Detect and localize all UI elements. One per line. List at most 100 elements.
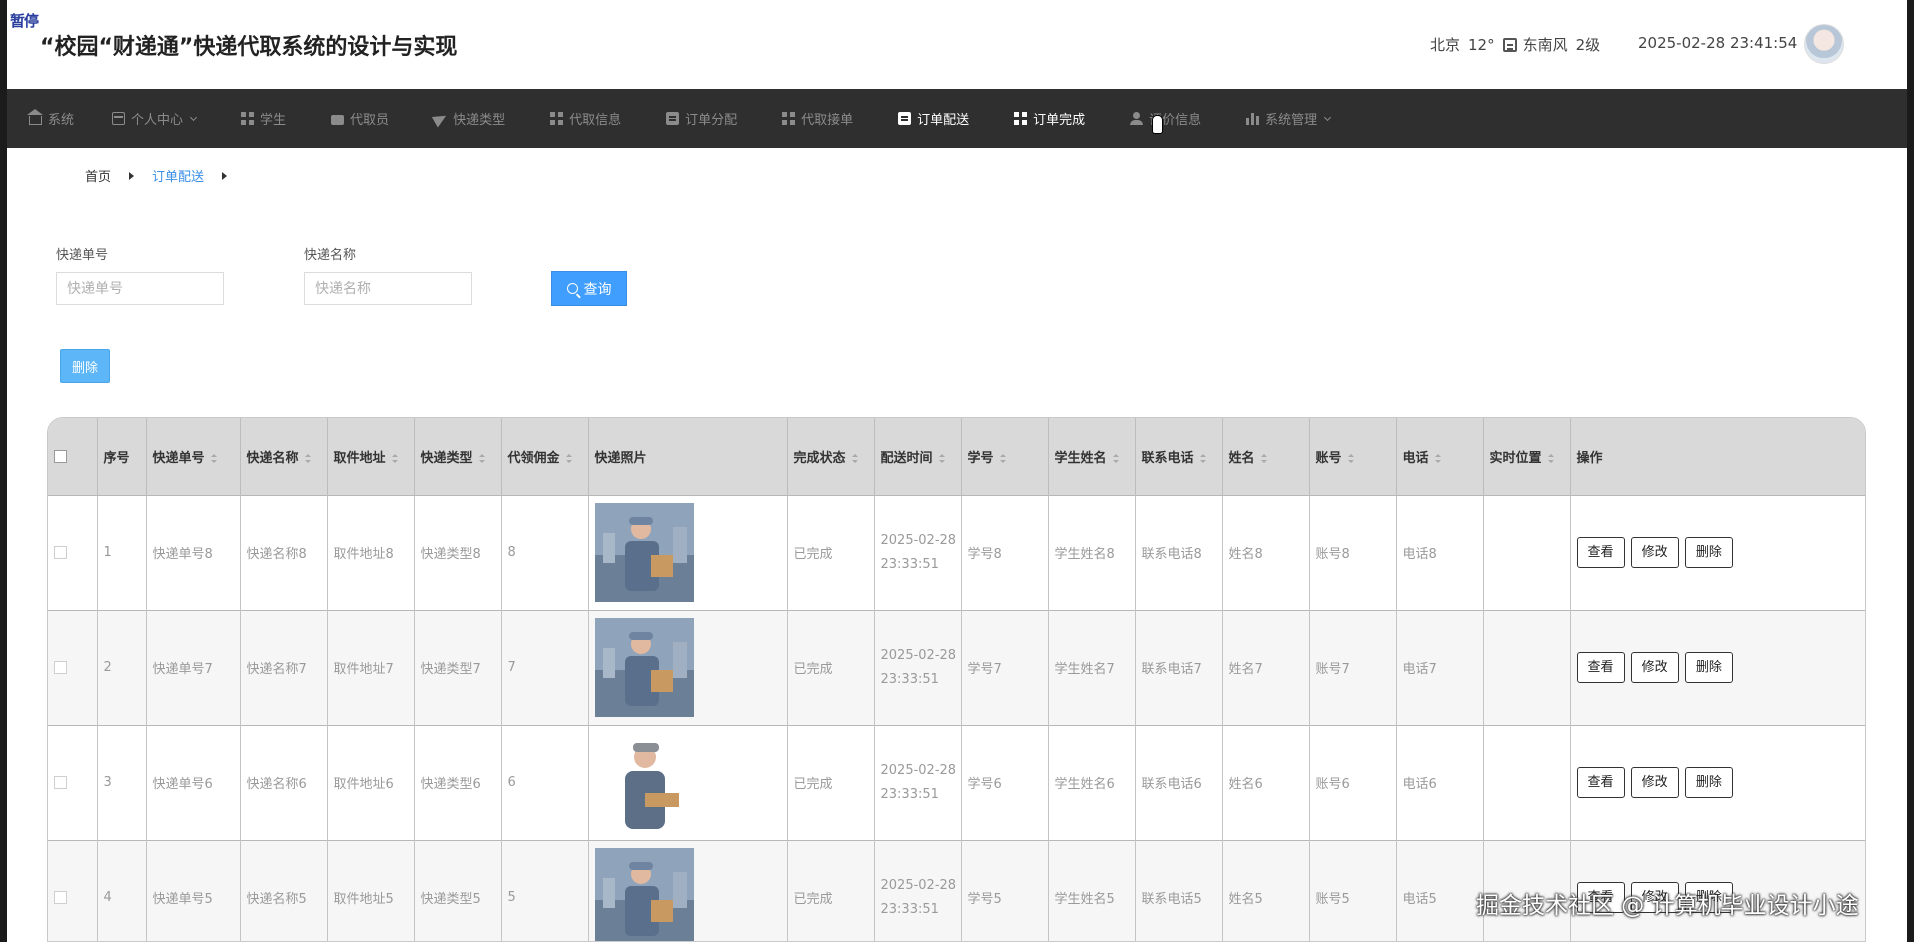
sort-icon[interactable] [1347, 453, 1354, 463]
column-header-label: 配送时间 [880, 450, 933, 466]
sort-icon[interactable] [938, 453, 945, 463]
cell-photo [588, 725, 788, 840]
column-header-sortable[interactable]: 学生姓名 [1048, 418, 1136, 495]
cell-account: 账号7 [1309, 610, 1397, 725]
column-header-sortable[interactable]: 完成状态 [787, 418, 875, 495]
column-header-sortable[interactable]: 电话 [1396, 418, 1484, 495]
nav-item-express-types[interactable]: 快递类型 [431, 89, 505, 148]
view-button[interactable]: 查看 [1576, 652, 1625, 683]
cell-type: 快递类型8 [414, 495, 502, 610]
view-button[interactable]: 查看 [1576, 537, 1625, 568]
user-icon [1130, 112, 1144, 125]
express-photo[interactable] [594, 503, 694, 602]
cell-tracking: 快递单号7 [146, 610, 241, 725]
weather-widget: 北京 12° 东南风 2级 [1430, 34, 1600, 55]
weather-temp: 12° [1468, 35, 1495, 54]
cell-status: 已完成 [787, 610, 875, 725]
avatar[interactable] [1804, 24, 1844, 64]
cell-address: 取件地址6 [327, 725, 415, 840]
cell-status: 已完成 [787, 495, 875, 610]
cell-location [1483, 610, 1571, 725]
tracking-number-input[interactable] [56, 272, 224, 305]
pause-overlay-label: 暂停 [10, 12, 39, 30]
home-icon [27, 109, 43, 125]
nav-item-personal-center[interactable]: 个人中心 [112, 89, 198, 148]
express-photo[interactable] [594, 733, 694, 832]
row-checkbox[interactable] [54, 661, 67, 674]
chevron-down-icon [1324, 113, 1332, 121]
column-header-sortable[interactable]: 学号 [961, 418, 1049, 495]
query-button-label: 查询 [583, 281, 612, 298]
cell-fee: 7 [501, 610, 589, 725]
column-header-sortable[interactable]: 实时位置 [1483, 418, 1571, 495]
edit-button[interactable]: 修改 [1630, 767, 1679, 798]
cell-type: 快递类型6 [414, 725, 502, 840]
sort-icon[interactable] [478, 453, 485, 463]
sort-icon[interactable] [999, 453, 1006, 463]
nav-item-label: 订单配送 [917, 113, 970, 128]
cell-student-name: 学生姓名5 [1048, 840, 1136, 941]
nav-item-order-delivery[interactable]: 订单配送 [898, 89, 969, 148]
sort-icon[interactable] [565, 453, 572, 463]
box-icon [112, 112, 126, 125]
cell-student-id: 学号8 [961, 495, 1049, 610]
column-header-label: 快递类型 [420, 450, 473, 466]
breadcrumb-home[interactable]: 首页 [85, 166, 111, 185]
express-photo[interactable] [594, 848, 694, 942]
column-header-label: 取件地址 [333, 450, 386, 466]
column-header-sortable[interactable]: 快递单号 [146, 418, 241, 495]
nav-item-couriers[interactable]: 代取员 [331, 89, 389, 148]
delete-button[interactable]: 删除 [1684, 537, 1733, 568]
breadcrumb-current[interactable]: 订单配送 [152, 166, 204, 185]
query-button[interactable]: 查询 [551, 271, 627, 306]
delete-button[interactable]: 删除 [1684, 767, 1733, 798]
cell-index: 2 [97, 610, 147, 725]
sort-icon[interactable] [1199, 453, 1206, 463]
cell-index: 4 [97, 840, 147, 941]
cell-name: 快递名称6 [240, 725, 328, 840]
column-header-sortable[interactable]: 账号 [1309, 418, 1397, 495]
nav-item-order-complete[interactable]: 订单完成 [1014, 89, 1085, 148]
column-header-label: 实时位置 [1489, 450, 1542, 466]
column-header-sortable[interactable]: 快递类型 [414, 418, 502, 495]
express-name-input[interactable] [304, 272, 472, 305]
nav-item-pickup-info[interactable]: 代取信息 [550, 89, 621, 148]
table-row: 1 快递单号8 快递名称8 取件地址8 快递类型8 8 已完成 2025-02-… [48, 495, 1865, 610]
sort-icon[interactable] [1547, 453, 1554, 463]
row-checkbox[interactable] [54, 546, 67, 559]
express-photo[interactable] [594, 618, 694, 717]
sort-icon[interactable] [210, 453, 217, 463]
view-button[interactable]: 查看 [1576, 767, 1625, 798]
row-checkbox[interactable] [54, 891, 67, 905]
sort-icon[interactable] [391, 453, 398, 463]
edit-button[interactable]: 修改 [1630, 652, 1679, 683]
cell-contact: 联系电话8 [1135, 495, 1223, 610]
sort-icon[interactable] [1260, 453, 1267, 463]
column-header-sortable[interactable]: 联系电话 [1135, 418, 1223, 495]
row-checkbox[interactable] [54, 776, 67, 789]
column-header-sortable[interactable]: 快递名称 [240, 418, 328, 495]
nav-item-label: 个人中心 [131, 113, 184, 128]
sort-icon[interactable] [851, 453, 858, 463]
nav-item-system-management[interactable]: 系统管理 [1246, 89, 1332, 148]
column-header-sortable[interactable]: 配送时间 [874, 418, 962, 495]
column-header-sortable[interactable]: 代领佣金 [501, 418, 589, 495]
cell-courier-name: 姓名5 [1222, 840, 1310, 941]
nav-item-pickup-accept[interactable]: 代取接单 [782, 89, 853, 148]
cell-actions: 查看 修改 删除 [1570, 495, 1865, 610]
sort-icon[interactable] [1112, 453, 1119, 463]
nav-item-system[interactable]: 系统 [27, 89, 74, 148]
sort-icon[interactable] [304, 453, 311, 463]
column-header-sortable[interactable]: 姓名 [1222, 418, 1310, 495]
edit-button[interactable]: 修改 [1630, 537, 1679, 568]
delete-button[interactable]: 删除 [1684, 652, 1733, 683]
select-all-checkbox[interactable] [54, 449, 67, 463]
nav-item-order-assign[interactable]: 订单分配 [666, 89, 737, 148]
sort-icon[interactable] [1434, 453, 1441, 463]
nav-item-reviews[interactable]: 评价信息 [1130, 89, 1201, 148]
cell-student-id: 学号6 [961, 725, 1049, 840]
nav-item-students[interactable]: 学生 [241, 89, 286, 148]
column-header-sortable[interactable]: 取件地址 [327, 418, 415, 495]
cell-student-id: 学号5 [961, 840, 1049, 941]
batch-delete-button[interactable]: 删除 [60, 349, 110, 383]
